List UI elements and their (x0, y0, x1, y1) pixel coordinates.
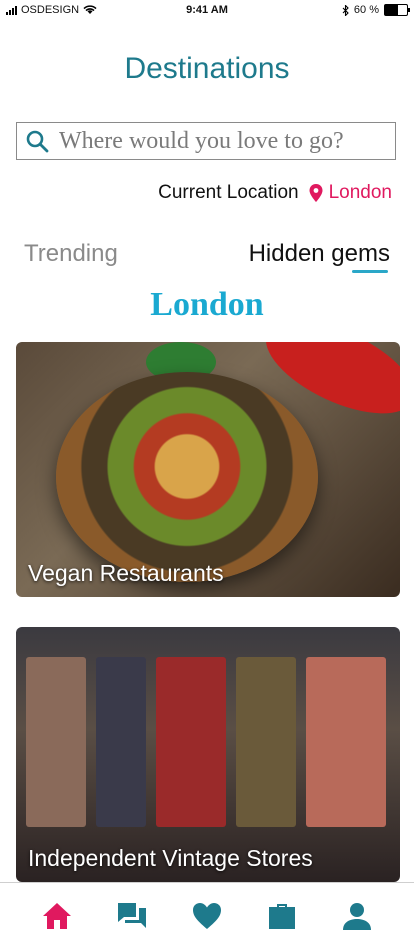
home-icon (43, 902, 72, 929)
food-bowl-image (56, 372, 318, 582)
card-vintage-stores[interactable]: Independent Vintage Stores (16, 627, 400, 882)
battery-icon (384, 4, 410, 16)
bottom-nav (0, 882, 414, 948)
search-icon (26, 130, 49, 153)
card-vegan-restaurants[interactable]: Vegan Restaurants (16, 342, 400, 597)
clothing-rack (26, 657, 86, 827)
nav-home[interactable] (39, 898, 75, 934)
profile-icon (342, 902, 371, 930)
card-caption: Vegan Restaurants (28, 560, 224, 586)
active-tab-indicator (352, 270, 388, 273)
current-location[interactable]: Current Location London (158, 182, 392, 204)
nav-trips[interactable] (264, 898, 300, 934)
battery-percent: 60 % (353, 4, 379, 16)
status-right: 60 % (342, 4, 410, 16)
category-tabs: Trending Hidden gems (24, 240, 390, 280)
current-location-label: Current Location (158, 182, 299, 203)
search-input[interactable] (57, 126, 395, 156)
search-bar[interactable] (16, 122, 396, 160)
tab-hidden-gems[interactable]: Hidden gems (249, 240, 390, 268)
tab-trending[interactable]: Trending (24, 240, 118, 268)
nav-favorites[interactable] (189, 898, 225, 934)
card-caption: Independent Vintage Stores (28, 845, 313, 871)
briefcase-icon (268, 903, 295, 929)
chat-icon (118, 902, 147, 928)
clothing-rack (96, 657, 146, 827)
heart-icon (192, 902, 221, 929)
current-location-city: London (328, 182, 392, 203)
clothing-rack (236, 657, 296, 827)
status-bar: OSDESIGN 9:41 AM 60 % (0, 0, 414, 22)
nav-profile[interactable] (339, 898, 375, 934)
clothing-rack (156, 657, 226, 827)
page-title: Destinations (124, 52, 290, 85)
location-pin-icon (309, 184, 323, 202)
bluetooth-icon (342, 4, 349, 16)
nav-messages[interactable] (114, 898, 150, 934)
clothing-rack (306, 657, 386, 827)
city-heading: London (150, 286, 264, 323)
